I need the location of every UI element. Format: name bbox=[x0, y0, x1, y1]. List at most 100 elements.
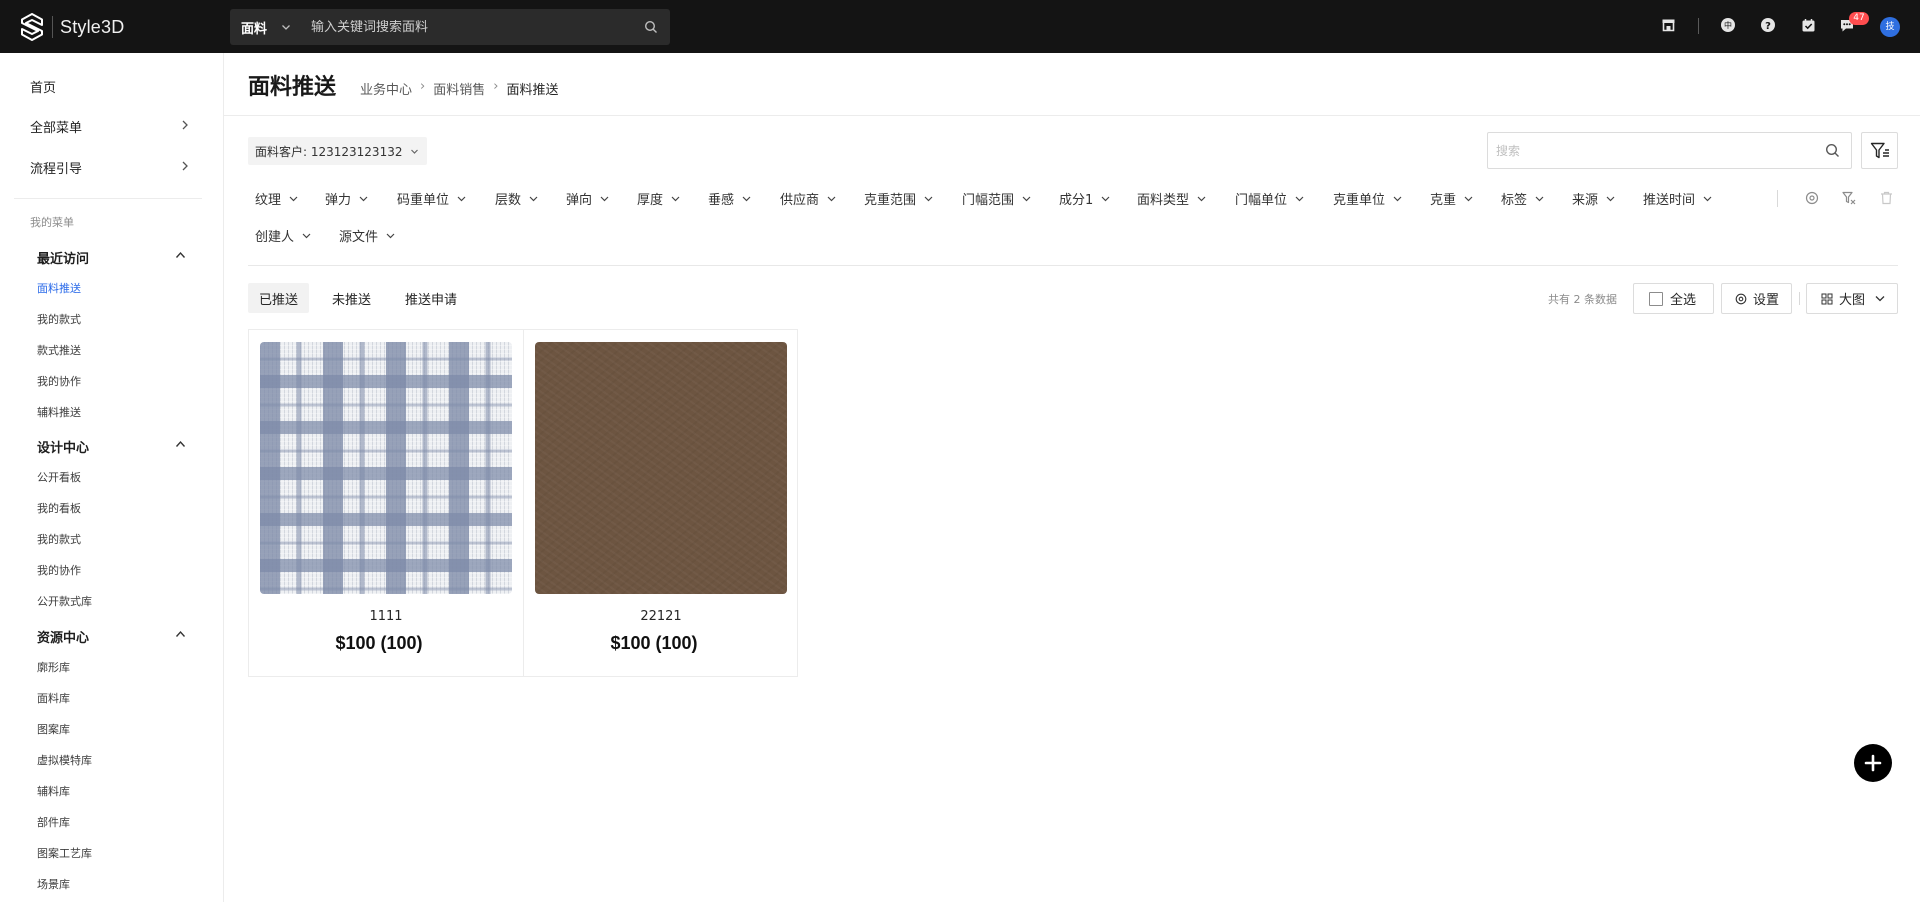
sidebar-item-my-boards[interactable]: 我的看板 bbox=[37, 500, 81, 516]
filter-yard-weight-unit[interactable]: 码重单位 bbox=[397, 189, 466, 208]
sidebar-item-public-boards[interactable]: 公开看板 bbox=[37, 469, 81, 485]
brand-logo[interactable]: Style3D bbox=[20, 13, 124, 41]
sidebar-item-all-menu[interactable]: 全部菜单 bbox=[30, 117, 82, 136]
fabric-thumbnail[interactable] bbox=[260, 342, 512, 594]
tab-pushed[interactable]: 已推送 bbox=[248, 283, 310, 313]
global-search-input[interactable] bbox=[311, 19, 644, 35]
filter-tags[interactable]: 标签 bbox=[1501, 189, 1544, 208]
filter-weight[interactable]: 克重 bbox=[1430, 189, 1473, 208]
sidebar-item-process-guide[interactable]: 流程引导 bbox=[30, 158, 82, 177]
sidebar-item-my-collab-2[interactable]: 我的协作 bbox=[37, 562, 81, 578]
help-icon[interactable]: ? bbox=[1760, 17, 1776, 33]
chevron-down-icon bbox=[671, 196, 680, 201]
filter-label: 成分1 bbox=[1059, 193, 1094, 208]
checkbox[interactable] bbox=[1649, 291, 1663, 306]
search-icon[interactable] bbox=[644, 20, 658, 34]
filter-width-range[interactable]: 门幅范围 bbox=[962, 189, 1031, 208]
sidebar-group-resource-center[interactable]: 资源中心 bbox=[37, 627, 89, 646]
filter-thickness[interactable]: 厚度 bbox=[637, 189, 680, 208]
sidebar-item-component-library[interactable]: 部件库 bbox=[37, 814, 70, 830]
sidebar-item-pattern-craft-library[interactable]: 图案工艺库 bbox=[37, 845, 92, 861]
sidebar-group-recent[interactable]: 最近访问 bbox=[37, 248, 89, 267]
sidebar-item-my-styles-2[interactable]: 我的款式 bbox=[37, 531, 81, 547]
sidebar-item-my-collab[interactable]: 我的协作 bbox=[37, 373, 81, 389]
filter-fabric-type[interactable]: 面料类型 bbox=[1137, 189, 1206, 208]
view-mode-select[interactable]: 大图 bbox=[1806, 283, 1898, 314]
filter-supplier[interactable]: 供应商 bbox=[780, 189, 836, 208]
fabric-card[interactable]: 22121 $100 (100) bbox=[523, 330, 797, 676]
search-category-select[interactable]: 面料 bbox=[241, 18, 267, 37]
search-icon[interactable] bbox=[1825, 143, 1840, 158]
tab-push-requests[interactable]: 推送申请 bbox=[394, 283, 468, 313]
calendar-check-icon[interactable] bbox=[1800, 17, 1816, 33]
filter-stretch-direction[interactable]: 弹向 bbox=[566, 189, 609, 208]
fabric-thumbnail[interactable] bbox=[535, 342, 787, 594]
filter-push-time[interactable]: 推送时间 bbox=[1643, 189, 1712, 208]
filter-label: 克重单位 bbox=[1333, 193, 1386, 208]
chevron-right-icon[interactable] bbox=[181, 161, 189, 171]
breadcrumb-item[interactable]: 业务中心 bbox=[360, 79, 412, 98]
plus-icon bbox=[1864, 754, 1882, 772]
fabric-price: $100 (100) bbox=[610, 633, 698, 653]
filter-drape[interactable]: 垂感 bbox=[708, 189, 751, 208]
view-mode-label: 大图 bbox=[1839, 293, 1866, 308]
sidebar-item-avatar-library[interactable]: 虚拟模特库 bbox=[37, 752, 92, 768]
clear-filter-icon[interactable] bbox=[1841, 190, 1857, 206]
sidebar-item-trim-push[interactable]: 辅料推送 bbox=[37, 404, 81, 420]
filter-stretch[interactable]: 弹力 bbox=[325, 189, 368, 208]
sidebar-item-fabric-library[interactable]: 面料库 bbox=[37, 690, 70, 706]
chevron-down-icon bbox=[1464, 196, 1473, 201]
filter-source-file[interactable]: 源文件 bbox=[339, 226, 395, 245]
breadcrumb-item[interactable]: 面料销售 bbox=[433, 79, 485, 98]
fabric-search-input[interactable] bbox=[1488, 143, 1825, 158]
chevron-right-icon[interactable] bbox=[181, 120, 189, 130]
sidebar-item-home[interactable]: 首页 bbox=[30, 77, 56, 96]
chevron-up-icon[interactable] bbox=[175, 251, 186, 259]
sidebar-item-scene-library[interactable]: 场景库 bbox=[37, 876, 70, 892]
filter-label: 弹向 bbox=[566, 193, 593, 208]
filter-texture[interactable]: 纹理 bbox=[255, 189, 298, 208]
sidebar-item-style-push[interactable]: 款式推送 bbox=[37, 342, 81, 358]
settings-button[interactable]: 设置 bbox=[1721, 283, 1792, 314]
store-icon[interactable] bbox=[1660, 17, 1676, 33]
trash-icon[interactable] bbox=[1878, 190, 1894, 206]
filter-weight-range[interactable]: 克重范围 bbox=[864, 189, 933, 208]
sidebar-item-silhouette-library[interactable]: 廓形库 bbox=[37, 659, 70, 675]
filter-layers[interactable]: 层数 bbox=[495, 189, 538, 208]
select-all-checkbox[interactable]: 全选 bbox=[1633, 283, 1714, 314]
filter-source[interactable]: 来源 bbox=[1572, 189, 1615, 208]
language-icon[interactable]: 中 bbox=[1720, 17, 1736, 33]
filter-width-unit[interactable]: 门幅单位 bbox=[1235, 189, 1304, 208]
eye-settings-icon[interactable] bbox=[1804, 190, 1820, 206]
svg-text:中: 中 bbox=[1724, 20, 1732, 30]
chevron-down-icon bbox=[1875, 296, 1885, 302]
chevron-down-icon[interactable] bbox=[281, 22, 291, 32]
filter-composition[interactable]: 成分1 bbox=[1059, 189, 1110, 208]
add-button[interactable] bbox=[1854, 744, 1892, 782]
tab-not-pushed[interactable]: 未推送 bbox=[321, 283, 382, 313]
breadcrumb-separator: › bbox=[420, 79, 426, 94]
settings-icon bbox=[1735, 293, 1747, 304]
header-divider bbox=[224, 115, 1920, 116]
sidebar-group-design-center[interactable]: 设计中心 bbox=[37, 437, 89, 456]
sidebar-item-trim-library[interactable]: 辅料库 bbox=[37, 783, 70, 799]
chevron-down-icon bbox=[1295, 196, 1304, 201]
customer-select[interactable]: 面料客户: 123123123132 bbox=[248, 137, 428, 165]
chevron-up-icon[interactable] bbox=[175, 440, 186, 448]
filter-label: 来源 bbox=[1572, 193, 1599, 208]
svg-text:?: ? bbox=[1765, 21, 1771, 32]
filter-label: 门幅范围 bbox=[962, 193, 1015, 208]
filter-label: 克重 bbox=[1430, 193, 1457, 208]
filter-creator[interactable]: 创建人 bbox=[255, 226, 311, 245]
filter-weight-unit[interactable]: 克重单位 bbox=[1333, 189, 1402, 208]
fabric-search bbox=[1487, 132, 1852, 169]
fabric-card[interactable]: 1111 $100 (100) bbox=[249, 330, 523, 676]
sidebar-item-pattern-library[interactable]: 图案库 bbox=[37, 721, 70, 737]
chevron-down-icon bbox=[600, 196, 609, 201]
sidebar-item-fabric-push[interactable]: 面料推送 bbox=[37, 280, 81, 296]
advanced-filter-button[interactable] bbox=[1861, 132, 1898, 169]
chevron-up-icon[interactable] bbox=[175, 630, 186, 638]
sidebar-item-public-style-library[interactable]: 公开款式库 bbox=[37, 593, 92, 609]
user-avatar[interactable]: 技 bbox=[1880, 17, 1900, 37]
sidebar-item-my-styles[interactable]: 我的款式 bbox=[37, 311, 81, 327]
